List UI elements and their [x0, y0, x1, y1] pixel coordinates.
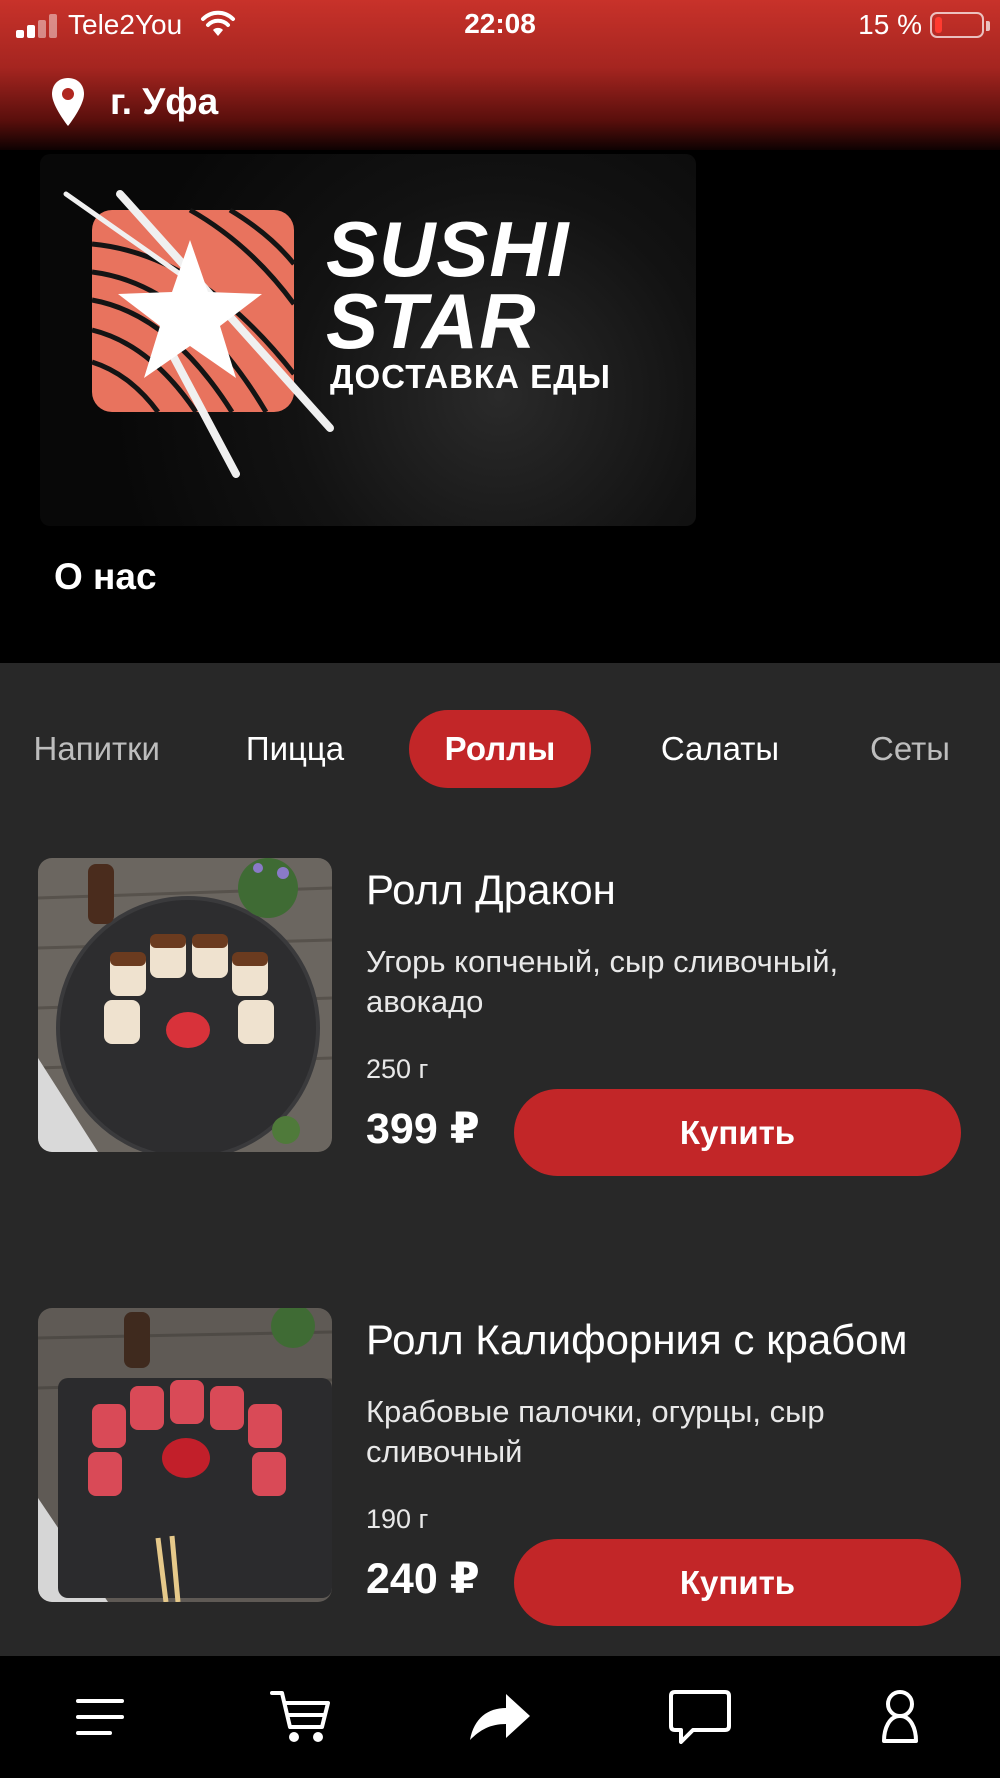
city-label: г. Уфа — [110, 81, 219, 122]
product-card: Ролл Калифорния с крабом Крабовые палочк… — [0, 1308, 1000, 1626]
product-description: Угорь копченый, сыр сливочный, авокадо — [366, 944, 839, 1019]
product-card: Ролл Дракон Угорь копченый, сыр сливочны… — [0, 858, 1000, 1176]
category-tabs[interactable]: Напитки Пицца Роллы Салаты Сеты — [0, 710, 1000, 788]
product-weight: 190 г — [366, 1504, 429, 1534]
product-title[interactable]: Ролл Калифорния с крабом — [366, 1316, 907, 1364]
status-bar: Tele2You 22:08 15 % — [0, 0, 1000, 52]
buy-button[interactable]: Купить — [514, 1089, 961, 1176]
buy-button[interactable]: Купить — [514, 1539, 961, 1626]
product-price: 240 ₽ — [366, 1555, 480, 1603]
clock: 22:08 — [464, 8, 536, 39]
tab-pizza[interactable]: Пицца — [220, 710, 370, 788]
share-icon[interactable] — [465, 1682, 535, 1752]
product-weight: 250 г — [366, 1054, 429, 1084]
tab-sets[interactable]: Сеты — [870, 710, 980, 788]
tab-salads[interactable]: Салаты — [640, 710, 800, 788]
menu-content: Напитки Пицца Роллы Салаты Сеты Ролл Дра… — [0, 663, 1000, 1656]
product-description: Крабовые палочки, огурцы, сыр сливочный — [366, 1394, 825, 1469]
tab-rolls[interactable]: Роллы — [409, 710, 591, 788]
brand-banner: SUSHI STAR ДОСТАВКА ЕДЫ — [40, 154, 696, 526]
tab-napitki[interactable]: Напитки — [0, 710, 160, 788]
profile-icon[interactable] — [865, 1682, 935, 1752]
battery-cap — [986, 21, 990, 31]
product-title[interactable]: Ролл Дракон — [366, 866, 616, 914]
location-pin-icon — [52, 78, 84, 126]
app-screen: Tele2You 22:08 15 % г. Уфа SUSHI STAR ДО… — [0, 0, 1000, 1778]
battery-icon — [930, 12, 984, 38]
product-image[interactable] — [38, 858, 332, 1152]
menu-icon[interactable] — [65, 1682, 135, 1752]
location-selector[interactable]: г. Уфа — [50, 76, 218, 128]
brand-name-line2: STAR — [326, 277, 537, 365]
product-price: 399 ₽ — [366, 1105, 480, 1153]
chat-icon[interactable] — [665, 1682, 735, 1752]
header: Tele2You 22:08 15 % г. Уфа — [0, 0, 1000, 150]
brand-tagline: ДОСТАВКА ЕДЫ — [330, 358, 611, 395]
about-link[interactable]: О нас — [54, 556, 157, 598]
cart-icon[interactable] — [265, 1682, 335, 1752]
product-image[interactable] — [38, 1308, 332, 1602]
bottom-nav — [0, 1656, 1000, 1778]
battery-percent: 15 % — [858, 9, 922, 40]
